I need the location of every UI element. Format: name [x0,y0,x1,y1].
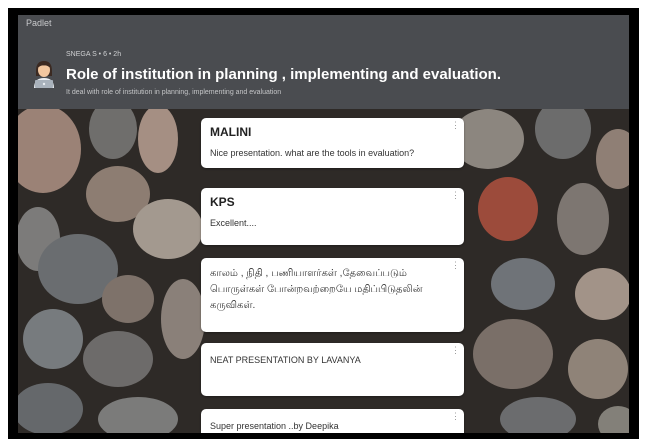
post-card[interactable]: ⋮ NEAT PRESENTATION BY LAVANYA [201,343,464,396]
more-vertical-icon[interactable]: ⋮ [451,121,460,130]
post-body: Super presentation ..by Deepika [210,421,339,431]
post-body: NEAT PRESENTATION BY LAVANYA [210,355,361,365]
post-body: Excellent.... [210,218,257,228]
post-body: காலம் , நிதி , பணியாளர்கள் ,தேவைப்படும் … [210,268,423,311]
post-meta: SNEGA S • 6 • 2h [66,51,122,58]
board-title: Role of institution in planning , implem… [66,66,501,83]
screenshot-frame: Padlet SNEGA S • 6 • 2h Role of institut… [8,8,639,439]
post-author: KPS [210,195,235,209]
post-card[interactable]: ⋮ MALINI Nice presentation. what are the… [201,118,464,168]
board-description: It deal with role of institution in plan… [66,89,282,96]
padlet-logo[interactable]: Padlet [26,18,52,28]
more-vertical-icon[interactable]: ⋮ [451,191,460,200]
post-body: Nice presentation. what are the tools in… [210,148,415,158]
more-vertical-icon[interactable]: ⋮ [451,412,460,421]
padlet-board: Padlet SNEGA S • 6 • 2h Role of institut… [18,15,629,433]
more-vertical-icon[interactable]: ⋮ [451,346,460,355]
board-header: Padlet SNEGA S • 6 • 2h Role of institut… [18,15,629,109]
post-author: MALINI [210,125,252,139]
post-card[interactable]: ⋮ Super presentation ..by Deepika [201,409,464,433]
wall-background: ⋮ MALINI Nice presentation. what are the… [18,109,629,433]
more-vertical-icon[interactable]: ⋮ [451,261,460,270]
post-card[interactable]: ⋮ KPS Excellent.... [201,188,464,245]
person-laptop-icon [34,61,54,88]
post-card[interactable]: ⋮ காலம் , நிதி , பணியாளர்கள் ,தேவைப்படும… [201,258,464,332]
